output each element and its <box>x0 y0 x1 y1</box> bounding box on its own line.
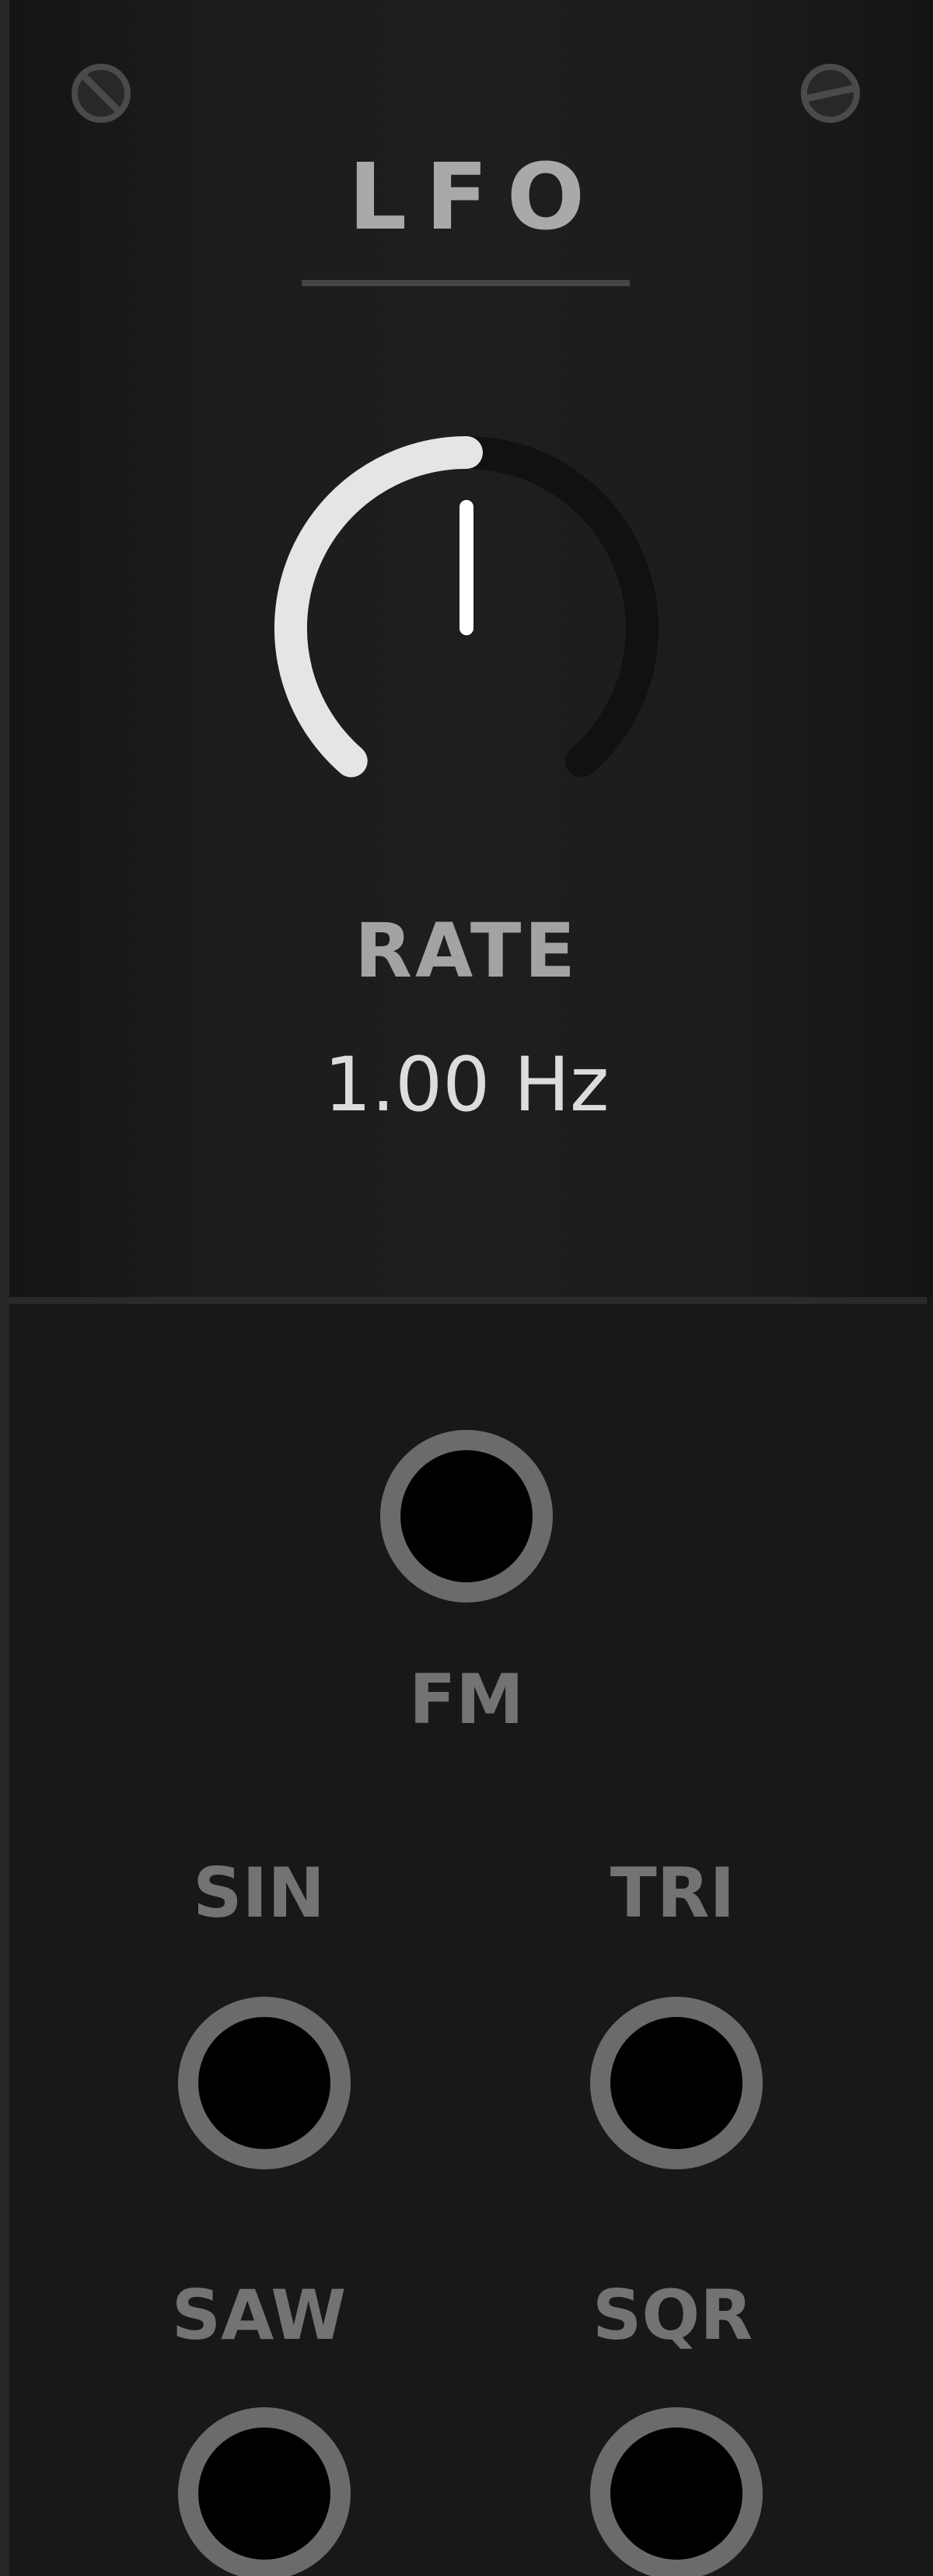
section-divider <box>9 1297 927 1304</box>
rate-knob[interactable] <box>257 412 676 832</box>
sqr-label: SQR <box>592 2275 753 2355</box>
module-title: LFO <box>348 143 604 250</box>
rate-label: RATE <box>355 907 578 994</box>
fm-input-jack[interactable] <box>379 1429 554 1603</box>
tri-label: TRI <box>610 1853 736 1933</box>
panel-edge <box>0 0 9 2576</box>
sin-label: SIN <box>193 1853 325 1933</box>
title-underline <box>302 280 630 286</box>
saw-output-jack[interactable] <box>177 2406 351 2576</box>
lfo-module-panel: LFO RATE 1.00 Hz FM SIN TRI SAW SQR <box>0 0 933 2576</box>
saw-label: SAW <box>171 2275 347 2355</box>
rate-value-readout: 1.00 Hz <box>323 1041 610 1128</box>
screw-icon <box>801 64 860 123</box>
screw-icon <box>72 64 131 123</box>
sqr-output-jack[interactable] <box>589 2406 764 2576</box>
sin-output-jack[interactable] <box>177 1996 351 2170</box>
tri-output-jack[interactable] <box>589 1996 764 2170</box>
fm-label: FM <box>409 1659 524 1739</box>
rate-knob-value-arc <box>274 436 483 778</box>
